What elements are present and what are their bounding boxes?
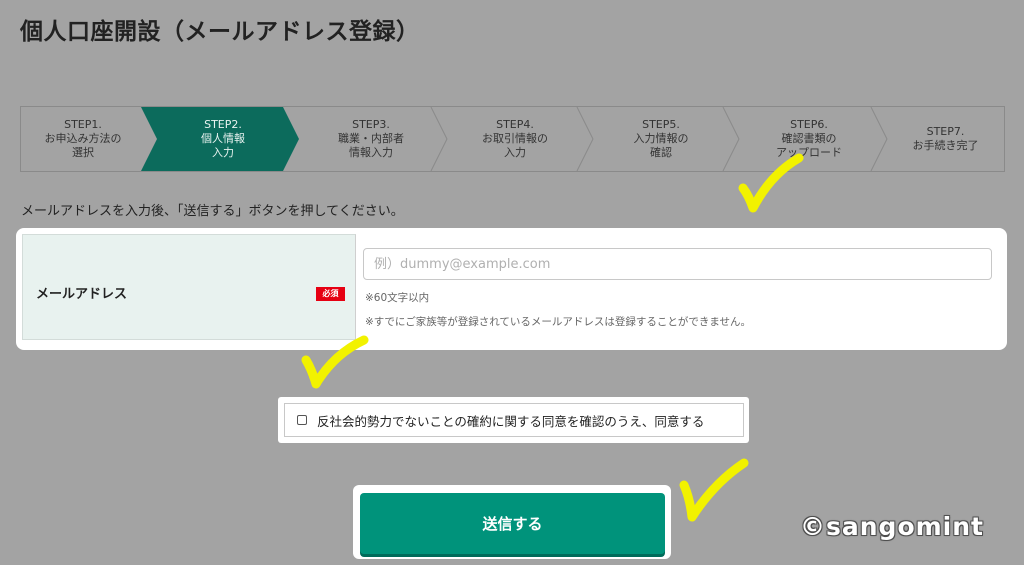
step-label: お手続き完了	[912, 139, 979, 152]
step-number: STEP6.	[790, 118, 828, 131]
step-number: STEP5.	[642, 118, 680, 131]
step-number: STEP7.	[926, 125, 965, 138]
step-label: 入力	[504, 146, 526, 159]
step-label: 入力	[212, 146, 234, 159]
required-badge: 必須	[316, 287, 345, 301]
email-duplicate-note: ※すでにご家族等が登録されているメールアドレスは登録することができません。	[365, 316, 752, 328]
submit-section: 送信する	[353, 485, 671, 559]
step-number: STEP2.	[204, 118, 242, 131]
yellow-checkmark-annotation-icon	[679, 458, 749, 522]
step-label: 確認書類の	[781, 132, 837, 145]
email-label: メールアドレス	[36, 287, 128, 302]
page-title: 個人口座開設（メールアドレス登録）	[20, 19, 420, 45]
watermark-text: ©sangomint	[800, 512, 984, 541]
step-5: STEP5. 入力情報の 確認	[593, 107, 729, 171]
step-number: STEP1.	[64, 118, 102, 131]
email-form-section: メールアドレス 必須 ※60文字以内 ※すでにご家族等が登録されているメールアド…	[16, 228, 1007, 350]
email-input[interactable]	[363, 248, 992, 280]
step-progress-bar: STEP1. お申込み方法の 選択 STEP2. 個人情報 入力 STEP3. …	[20, 106, 1005, 172]
step-3: STEP3. 職業・内部者 情報入力	[301, 107, 441, 171]
yellow-checkmark-annotation-icon	[738, 153, 804, 213]
instruction-text: メールアドレスを入力後、「送信する」ボタンを押してください。	[21, 204, 404, 219]
step-label: 情報入力	[349, 146, 393, 159]
step-label: お取引情報の	[482, 132, 548, 145]
step-label: 入力情報の	[633, 132, 689, 145]
step-number: STEP3.	[352, 118, 390, 131]
step-label: お申込み方法の	[44, 132, 122, 145]
step-7: STEP7. お手続き完了	[887, 107, 1004, 171]
email-length-note: ※60文字以内	[365, 292, 430, 304]
step-label: 個人情報	[201, 132, 245, 145]
agreement-checkbox-row[interactable]: 反社会的勢力でないことの確約に関する同意を確認のうえ、同意する	[284, 403, 744, 437]
step-label: 確認	[650, 146, 672, 159]
submit-button[interactable]: 送信する	[360, 493, 665, 554]
agreement-checkbox[interactable]	[297, 415, 307, 425]
step-2-active: STEP2. 個人情報 入力	[155, 107, 291, 171]
step-label: 職業・内部者	[338, 132, 404, 145]
yellow-checkmark-annotation-icon	[301, 335, 369, 389]
agreement-section: 反社会的勢力でないことの確約に関する同意を確認のうえ、同意する	[278, 397, 749, 443]
agreement-label: 反社会的勢力でないことの確約に関する同意を確認のうえ、同意する	[317, 413, 705, 429]
step-label: 選択	[72, 146, 94, 159]
email-label-cell: メールアドレス 必須	[22, 234, 356, 340]
step-4: STEP4. お取引情報の 入力	[447, 107, 583, 171]
step-number: STEP4.	[496, 118, 534, 131]
step-1: STEP1. お申込み方法の 選択	[21, 107, 145, 171]
